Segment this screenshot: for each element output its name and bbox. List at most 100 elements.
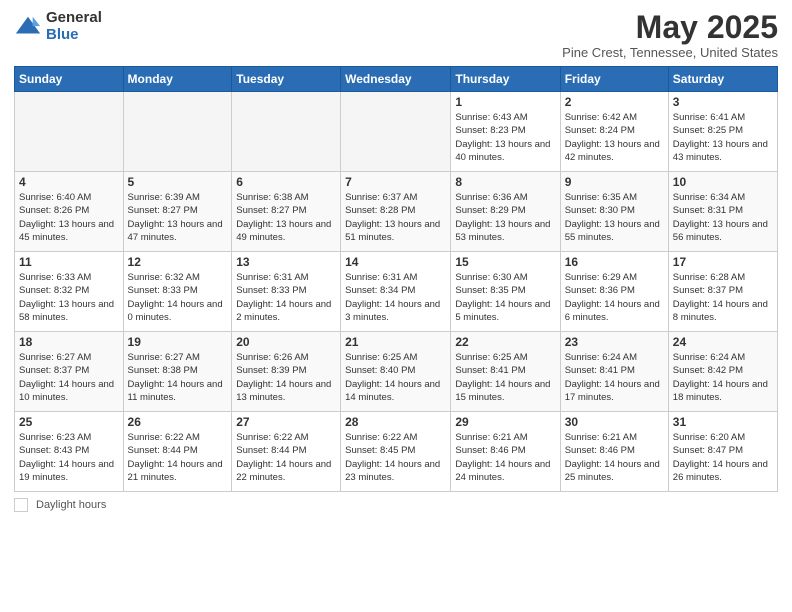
calendar-cell-2-6: 17 Sunrise: 6:28 AMSunset: 8:37 PMDayligh… bbox=[668, 252, 777, 332]
col-thursday: Thursday bbox=[451, 67, 560, 92]
calendar-cell-3-2: 20 Sunrise: 6:26 AMSunset: 8:39 PMDayligh… bbox=[232, 332, 341, 412]
day-info: Sunrise: 6:43 AMSunset: 8:23 PMDaylight:… bbox=[455, 111, 555, 164]
col-sunday: Sunday bbox=[15, 67, 124, 92]
day-info: Sunrise: 6:26 AMSunset: 8:39 PMDaylight:… bbox=[236, 351, 336, 404]
day-info: Sunrise: 6:35 AMSunset: 8:30 PMDaylight:… bbox=[565, 191, 664, 244]
day-number: 23 bbox=[565, 335, 664, 349]
calendar-cell-4-5: 30 Sunrise: 6:21 AMSunset: 8:46 PMDayligh… bbox=[560, 412, 668, 492]
day-number: 18 bbox=[19, 335, 119, 349]
day-number: 14 bbox=[345, 255, 446, 269]
day-number: 22 bbox=[455, 335, 555, 349]
day-info: Sunrise: 6:22 AMSunset: 8:44 PMDaylight:… bbox=[236, 431, 336, 484]
day-info: Sunrise: 6:34 AMSunset: 8:31 PMDaylight:… bbox=[673, 191, 773, 244]
day-info: Sunrise: 6:21 AMSunset: 8:46 PMDaylight:… bbox=[455, 431, 555, 484]
calendar-cell-0-3 bbox=[341, 92, 451, 172]
day-info: Sunrise: 6:25 AMSunset: 8:40 PMDaylight:… bbox=[345, 351, 446, 404]
calendar-cell-1-1: 5 Sunrise: 6:39 AMSunset: 8:27 PMDaylight… bbox=[123, 172, 232, 252]
day-info: Sunrise: 6:30 AMSunset: 8:35 PMDaylight:… bbox=[455, 271, 555, 324]
calendar-cell-4-0: 25 Sunrise: 6:23 AMSunset: 8:43 PMDayligh… bbox=[15, 412, 124, 492]
calendar-cell-2-0: 11 Sunrise: 6:33 AMSunset: 8:32 PMDayligh… bbox=[15, 252, 124, 332]
day-number: 25 bbox=[19, 415, 119, 429]
calendar-cell-1-5: 9 Sunrise: 6:35 AMSunset: 8:30 PMDaylight… bbox=[560, 172, 668, 252]
day-number: 10 bbox=[673, 175, 773, 189]
footer-row: Daylight hours bbox=[14, 498, 778, 512]
calendar-cell-0-6: 3Sunrise: 6:41 AMSunset: 8:25 PMDaylight… bbox=[668, 92, 777, 172]
week-row-1: 4Sunrise: 6:40 AMSunset: 8:26 PMDaylight… bbox=[15, 172, 778, 252]
day-info: Sunrise: 6:24 AMSunset: 8:41 PMDaylight:… bbox=[565, 351, 664, 404]
day-number: 1 bbox=[455, 95, 555, 109]
logo-text: General Blue bbox=[46, 10, 102, 43]
day-number: 2 bbox=[565, 95, 664, 109]
calendar-cell-3-5: 23 Sunrise: 6:24 AMSunset: 8:41 PMDayligh… bbox=[560, 332, 668, 412]
day-info: Sunrise: 6:37 AMSunset: 8:28 PMDaylight:… bbox=[345, 191, 446, 244]
calendar-cell-2-2: 13 Sunrise: 6:31 AMSunset: 8:33 PMDayligh… bbox=[232, 252, 341, 332]
calendar-cell-2-1: 12Sunrise: 6:32 AMSunset: 8:33 PMDayligh… bbox=[123, 252, 232, 332]
day-info: Sunrise: 6:22 AMSunset: 8:44 PMDaylight:… bbox=[128, 431, 228, 484]
day-number: 7 bbox=[345, 175, 446, 189]
day-number: 8 bbox=[455, 175, 555, 189]
subtitle: Pine Crest, Tennessee, United States bbox=[562, 45, 778, 60]
col-monday: Monday bbox=[123, 67, 232, 92]
day-number: 17 bbox=[673, 255, 773, 269]
daylight-label: Daylight hours bbox=[36, 499, 106, 511]
calendar-cell-0-5: 2Sunrise: 6:42 AMSunset: 8:24 PMDaylight… bbox=[560, 92, 668, 172]
day-info: Sunrise: 6:23 AMSunset: 8:43 PMDaylight:… bbox=[19, 431, 119, 484]
calendar-cell-0-4: 1 Sunrise: 6:43 AMSunset: 8:23 PMDaylight… bbox=[451, 92, 560, 172]
week-row-3: 18Sunrise: 6:27 AMSunset: 8:37 PMDayligh… bbox=[15, 332, 778, 412]
day-info: Sunrise: 6:20 AMSunset: 8:47 PMDaylight:… bbox=[673, 431, 773, 484]
daylight-box bbox=[14, 498, 28, 512]
col-saturday: Saturday bbox=[668, 67, 777, 92]
col-friday: Friday bbox=[560, 67, 668, 92]
day-info: Sunrise: 6:25 AMSunset: 8:41 PMDaylight:… bbox=[455, 351, 555, 404]
logo: General Blue bbox=[14, 10, 102, 43]
day-number: 6 bbox=[236, 175, 336, 189]
calendar-cell-0-2 bbox=[232, 92, 341, 172]
day-number: 31 bbox=[673, 415, 773, 429]
day-info: Sunrise: 6:29 AMSunset: 8:36 PMDaylight:… bbox=[565, 271, 664, 324]
day-info: Sunrise: 6:32 AMSunset: 8:33 PMDaylight:… bbox=[128, 271, 228, 324]
calendar-cell-1-2: 6Sunrise: 6:38 AMSunset: 8:27 PMDaylight… bbox=[232, 172, 341, 252]
logo-icon bbox=[14, 13, 42, 41]
col-tuesday: Tuesday bbox=[232, 67, 341, 92]
day-number: 5 bbox=[128, 175, 228, 189]
calendar-cell-2-5: 16 Sunrise: 6:29 AMSunset: 8:36 PMDayligh… bbox=[560, 252, 668, 332]
calendar-cell-2-3: 14 Sunrise: 6:31 AMSunset: 8:34 PMDayligh… bbox=[341, 252, 451, 332]
day-info: Sunrise: 6:22 AMSunset: 8:45 PMDaylight:… bbox=[345, 431, 446, 484]
day-number: 4 bbox=[19, 175, 119, 189]
calendar-cell-4-1: 26Sunrise: 6:22 AMSunset: 8:44 PMDayligh… bbox=[123, 412, 232, 492]
day-info: Sunrise: 6:31 AMSunset: 8:33 PMDaylight:… bbox=[236, 271, 336, 324]
day-number: 16 bbox=[565, 255, 664, 269]
day-info: Sunrise: 6:31 AMSunset: 8:34 PMDaylight:… bbox=[345, 271, 446, 324]
calendar-cell-1-6: 10 Sunrise: 6:34 AMSunset: 8:31 PMDayligh… bbox=[668, 172, 777, 252]
logo-general-text: General bbox=[46, 10, 102, 27]
day-number: 19 bbox=[128, 335, 228, 349]
calendar-cell-4-4: 29Sunrise: 6:21 AMSunset: 8:46 PMDayligh… bbox=[451, 412, 560, 492]
week-row-0: 1 Sunrise: 6:43 AMSunset: 8:23 PMDaylight… bbox=[15, 92, 778, 172]
day-info: Sunrise: 6:39 AMSunset: 8:27 PMDaylight:… bbox=[128, 191, 228, 244]
day-info: Sunrise: 6:21 AMSunset: 8:46 PMDaylight:… bbox=[565, 431, 664, 484]
day-number: 21 bbox=[345, 335, 446, 349]
day-number: 9 bbox=[565, 175, 664, 189]
calendar-cell-1-3: 7 Sunrise: 6:37 AMSunset: 8:28 PMDaylight… bbox=[341, 172, 451, 252]
day-info: Sunrise: 6:24 AMSunset: 8:42 PMDaylight:… bbox=[673, 351, 773, 404]
calendar-cell-4-6: 31 Sunrise: 6:20 AMSunset: 8:47 PMDayligh… bbox=[668, 412, 777, 492]
day-number: 3 bbox=[673, 95, 773, 109]
calendar-cell-0-1 bbox=[123, 92, 232, 172]
day-info: Sunrise: 6:28 AMSunset: 8:37 PMDaylight:… bbox=[673, 271, 773, 324]
day-number: 13 bbox=[236, 255, 336, 269]
calendar-cell-1-4: 8Sunrise: 6:36 AMSunset: 8:29 PMDaylight… bbox=[451, 172, 560, 252]
day-number: 27 bbox=[236, 415, 336, 429]
calendar-cell-4-2: 27 Sunrise: 6:22 AMSunset: 8:44 PMDayligh… bbox=[232, 412, 341, 492]
footer: Daylight hours bbox=[14, 498, 778, 512]
week-row-2: 11 Sunrise: 6:33 AMSunset: 8:32 PMDayligh… bbox=[15, 252, 778, 332]
page: General Blue May 2025 Pine Crest, Tennes… bbox=[0, 0, 792, 612]
logo-blue-text: Blue bbox=[46, 27, 102, 44]
day-number: 30 bbox=[565, 415, 664, 429]
calendar-cell-2-4: 15Sunrise: 6:30 AMSunset: 8:35 PMDayligh… bbox=[451, 252, 560, 332]
day-info: Sunrise: 6:33 AMSunset: 8:32 PMDaylight:… bbox=[19, 271, 119, 324]
calendar-cell-1-0: 4Sunrise: 6:40 AMSunset: 8:26 PMDaylight… bbox=[15, 172, 124, 252]
day-number: 24 bbox=[673, 335, 773, 349]
day-number: 11 bbox=[19, 255, 119, 269]
title-section: May 2025 Pine Crest, Tennessee, United S… bbox=[562, 10, 778, 60]
day-number: 20 bbox=[236, 335, 336, 349]
